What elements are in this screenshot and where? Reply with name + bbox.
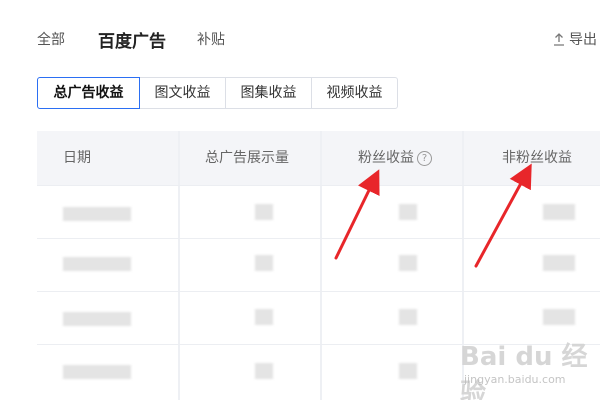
column-header-fans-income: 粉丝收益? [358,131,432,185]
help-icon[interactable]: ? [417,151,432,166]
redacted-date-cell [63,312,131,326]
baidu-jingyan-watermark: Bai du 经验 jingyan.baidu.com [440,336,600,400]
redacted-nonfans-income-cell [543,255,575,271]
redacted-impressions-cell [255,255,273,271]
upload-icon [554,33,564,46]
redacted-date-cell [63,207,131,221]
watermark-url: jingyan.baidu.com [464,373,566,386]
column-divider [178,131,180,400]
tab-video-income[interactable]: 视频收益 [311,77,398,109]
row-divider [37,238,600,239]
row-divider [37,185,600,186]
redacted-date-cell [63,365,131,379]
tab-total-ad-income[interactable]: 总广告收益 [37,77,140,109]
watermark-logo: Bai du 经验 [460,342,588,400]
export-button[interactable]: 导出 [553,29,597,49]
tab-baidu-ads[interactable]: 百度广告 [98,27,166,52]
column-header-nonfans-income: 非粉丝收益 [502,150,572,166]
tab-article-income[interactable]: 图文收益 [139,77,226,109]
redacted-fans-income-cell [399,204,417,220]
table-header: 日期 总广告展示量 粉丝收益? 非粉丝收益 [37,131,600,185]
redacted-impressions-cell [255,204,273,220]
redacted-nonfans-income-cell [543,309,575,325]
redacted-impressions-cell [255,363,273,379]
column-header-date: 日期 [63,150,91,166]
income-type-tabs: 总广告收益 图文收益 图集收益 视频收益 [37,77,398,109]
row-divider [37,291,600,292]
tab-subsidy[interactable]: 补贴 [197,29,225,49]
export-label: 导出 [569,32,597,48]
column-header-impressions: 总广告展示量 [205,150,289,166]
redacted-fans-income-cell [399,255,417,271]
redacted-impressions-cell [255,309,273,325]
redacted-fans-income-cell [399,309,417,325]
top-tab-bar: 全部 百度广告 补贴 导出 [0,0,600,72]
fans-income-label: 粉丝收益 [358,150,414,166]
redacted-nonfans-income-cell [543,204,575,220]
redacted-fans-income-cell [399,363,417,379]
column-divider [320,131,322,400]
redacted-date-cell [63,257,131,271]
tab-gallery-income[interactable]: 图集收益 [225,77,312,109]
tab-all[interactable]: 全部 [37,29,65,49]
